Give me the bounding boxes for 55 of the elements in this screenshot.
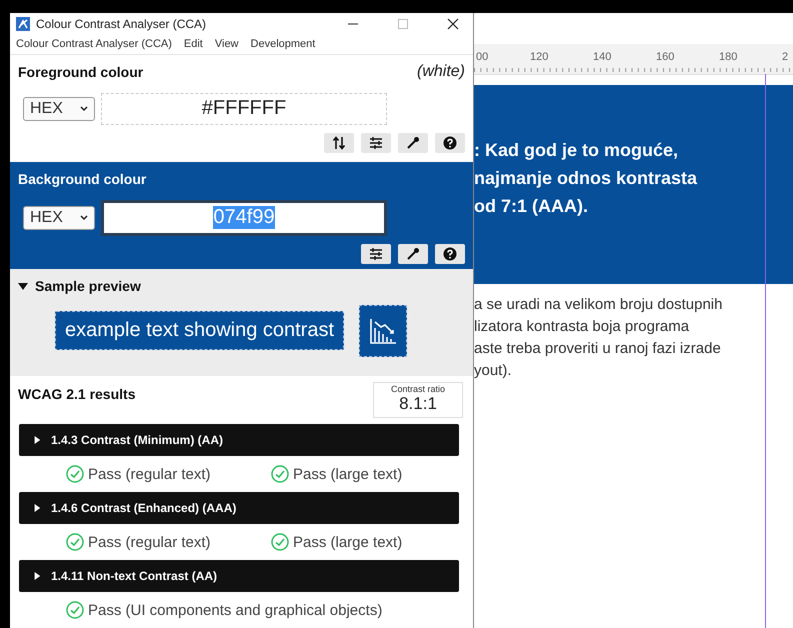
expand-icon[interactable]	[33, 436, 41, 444]
close-icon[interactable]	[447, 18, 459, 30]
section-title: WCAG 2.1 results	[18, 386, 136, 402]
chevron-down-icon	[80, 214, 88, 221]
help-icon	[443, 246, 457, 261]
chart-button[interactable]	[359, 304, 408, 357]
sliders-button[interactable]	[361, 132, 391, 153]
section-title: Sample preview	[35, 278, 141, 294]
expand-icon[interactable]	[33, 572, 41, 580]
window-title: Colour Contrast Analyser (CCA)	[36, 16, 208, 31]
check-result: Pass (regular text)	[88, 466, 211, 482]
colour-name: (white)	[416, 62, 465, 81]
criterion-header[interactable]: 1.4.6 Contrast (Enhanced) (AAA)	[19, 492, 459, 524]
check-result: Pass (large text)	[293, 466, 402, 482]
sliders-button[interactable]	[361, 244, 391, 264]
ruler-label: 140	[593, 51, 612, 63]
help-button[interactable]	[435, 244, 465, 264]
ruler-label: 160	[656, 51, 676, 63]
section-title: Foreground colour	[18, 64, 144, 80]
eyedropper-icon	[406, 136, 420, 150]
eyedropper-icon	[406, 246, 420, 261]
menu-item[interactable]: View	[214, 38, 239, 50]
help-icon	[443, 136, 457, 150]
app-logo-icon	[16, 16, 30, 31]
expand-icon[interactable]	[33, 504, 41, 512]
ruler-label: 00	[476, 51, 490, 63]
check-result: Pass (UI components and graphical objects)	[88, 602, 382, 618]
menu-item[interactable]: Colour Contrast Analyser (CCA)	[16, 38, 172, 50]
swap-arrows-icon	[332, 136, 346, 150]
sample-text: example text showing contrast	[55, 311, 344, 350]
section-title: Background colour	[18, 170, 146, 187]
colour-field[interactable]: #FFFFFF	[101, 92, 387, 125]
ruler-label: 120	[530, 51, 550, 63]
check-result: Pass (regular text)	[88, 534, 211, 550]
eyedropper-button[interactable]	[398, 244, 428, 264]
expand-icon[interactable]	[18, 280, 28, 291]
ratio-value: 8.1:1	[399, 394, 437, 414]
heading-text: : Kad god je to moguće, najmanje odnos kontrasta od 7:1 (AAA).	[474, 138, 698, 218]
criterion-header[interactable]: 1.4.3 Contrast (Minimum) (AA)	[19, 424, 459, 456]
eyedropper-button[interactable]	[398, 132, 428, 153]
sliders-icon	[369, 136, 383, 150]
ruler-label: 180	[719, 51, 738, 63]
help-button[interactable]	[435, 132, 465, 153]
format-select[interactable]: HEX	[23, 96, 95, 121]
body-text: a se uradi na velikom broju dostupnih lizatora kontrasta boja programa aste treba proveriti u ranoj fazi izrade yout).	[474, 295, 724, 381]
ratio-label: Contrast ratio	[390, 384, 446, 394]
sliders-icon	[369, 246, 383, 261]
swap-button[interactable]	[324, 132, 354, 153]
menu-item[interactable]: Development	[250, 38, 316, 50]
ruler-label: 2	[782, 51, 790, 63]
menu-item[interactable]: Edit	[184, 38, 203, 50]
chevron-down-icon	[80, 106, 88, 112]
check-result: Pass (large text)	[293, 534, 402, 550]
format-select[interactable]: HEX	[23, 206, 95, 230]
criterion-header[interactable]: 1.4.11 Non-text Contrast (AA)	[19, 560, 459, 592]
